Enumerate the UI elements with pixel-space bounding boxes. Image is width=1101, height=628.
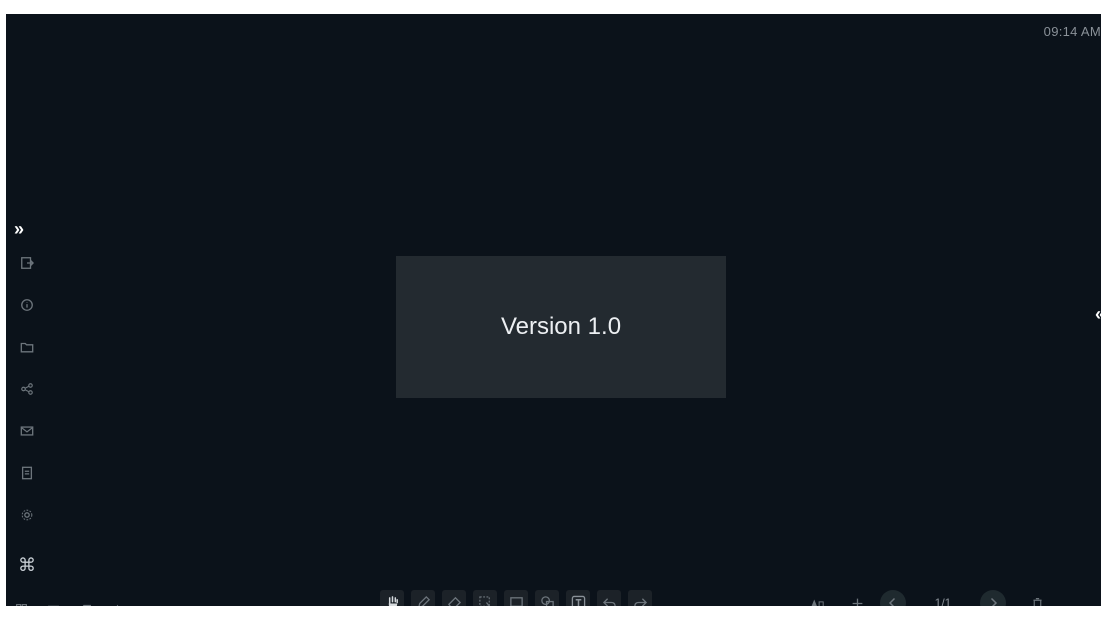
triangle-icon xyxy=(115,604,119,606)
command-icon[interactable]: ⌘ xyxy=(18,556,36,574)
text-icon xyxy=(571,595,585,606)
open-folder-button[interactable] xyxy=(16,336,38,358)
redo-icon xyxy=(633,597,647,606)
info-icon xyxy=(21,299,33,311)
page-toolbar: 1/1 xyxy=(806,590,1048,606)
share-icon xyxy=(21,383,33,395)
text-tool-button[interactable] xyxy=(566,590,590,606)
mail-icon xyxy=(20,426,34,436)
bottom-left-toolbar xyxy=(10,598,128,606)
undo-button[interactable] xyxy=(597,590,621,606)
chevron-right-icon xyxy=(990,597,998,606)
mail-button[interactable] xyxy=(16,420,38,442)
eraser-icon xyxy=(447,596,461,606)
document-icon xyxy=(21,466,33,480)
shape-icon xyxy=(540,595,554,606)
hand-icon xyxy=(388,595,398,606)
shape-tool-button[interactable] xyxy=(535,590,559,606)
files-button[interactable] xyxy=(42,598,64,606)
tag-button[interactable] xyxy=(74,598,96,606)
apps-grid-icon xyxy=(15,603,27,606)
page-thumbnails-button[interactable] xyxy=(806,592,828,606)
files-icon xyxy=(47,605,59,606)
select-tool-button[interactable] xyxy=(473,590,497,606)
document-button[interactable] xyxy=(16,462,38,484)
previous-page-button[interactable] xyxy=(880,590,906,606)
select-icon xyxy=(478,595,491,606)
share-button[interactable] xyxy=(16,378,38,400)
add-page-button[interactable] xyxy=(846,592,868,606)
whiteboard-screen: 09:14 AM » « xyxy=(6,14,1101,606)
hand-tool-button[interactable] xyxy=(380,590,404,606)
settings-icon xyxy=(21,509,33,521)
thumbnails-icon xyxy=(810,598,824,606)
export-button[interactable] xyxy=(16,252,38,274)
apps-button[interactable] xyxy=(10,598,32,606)
version-text: Version 1.0 xyxy=(500,313,622,340)
delete-page-button[interactable] xyxy=(1026,592,1048,606)
page-counter: 1/1 xyxy=(934,596,952,606)
folder-icon xyxy=(20,342,34,353)
chevron-left-icon xyxy=(888,597,896,606)
eraser-tool-button[interactable] xyxy=(442,590,466,606)
export-icon xyxy=(21,257,34,269)
tag-icon xyxy=(81,604,91,606)
status-time: 09:14 AM xyxy=(1043,24,1101,39)
settings-button[interactable] xyxy=(16,504,38,526)
trash-icon xyxy=(1032,597,1042,606)
redo-button[interactable] xyxy=(628,590,652,606)
pen-icon xyxy=(417,595,430,606)
next-page-button[interactable] xyxy=(980,590,1006,606)
plus-icon xyxy=(852,598,862,606)
version-dialog: Version 1.0 xyxy=(396,256,726,398)
triangle-tool-button[interactable] xyxy=(106,598,128,606)
undo-icon xyxy=(602,597,616,606)
info-button[interactable] xyxy=(16,294,38,316)
pen-tool-button[interactable] xyxy=(411,590,435,606)
expand-right-panel-button[interactable]: « xyxy=(1095,305,1101,323)
expand-left-panel-button[interactable]: » xyxy=(14,220,24,238)
screenshot-icon xyxy=(509,596,523,606)
drawing-toolbar xyxy=(380,590,652,606)
left-sidebar xyxy=(16,252,42,546)
screenshot-tool-button[interactable] xyxy=(504,590,528,606)
